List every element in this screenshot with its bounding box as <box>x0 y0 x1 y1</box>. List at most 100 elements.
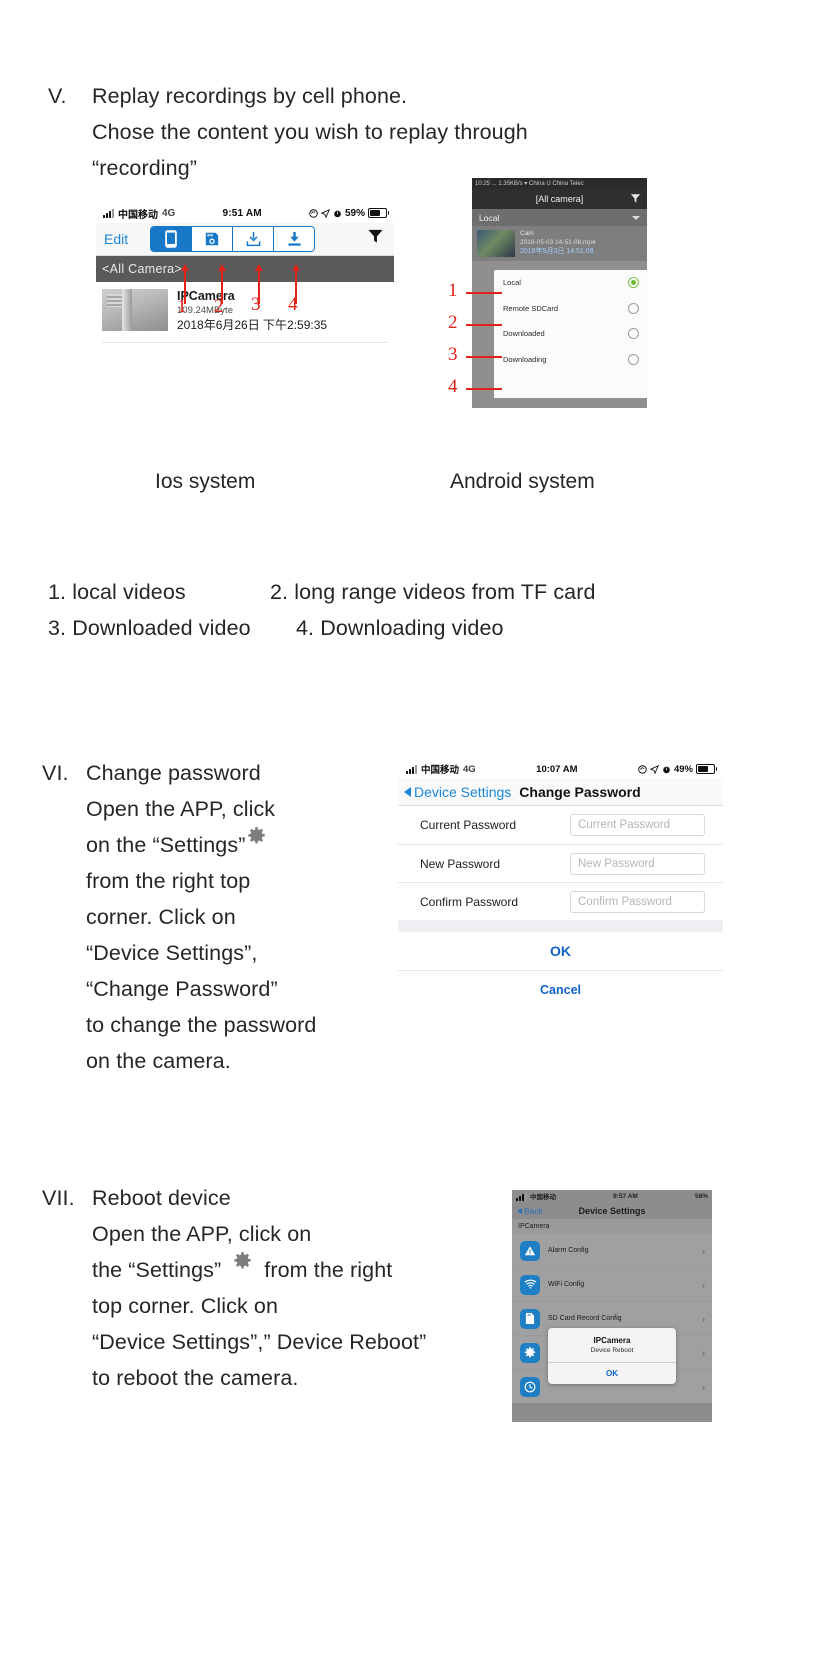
section-six-line-7: to change the password <box>86 1013 317 1037</box>
alarm-clock-icon <box>334 210 341 217</box>
annotation-line-4 <box>466 388 502 390</box>
rotation-lock-icon <box>309 208 318 218</box>
section-six-numeral: VI. <box>42 761 69 785</box>
filter-funnel-icon[interactable] <box>630 193 641 206</box>
carrier-label: 中国移动 <box>530 1194 556 1201</box>
navigation-bar: Back Device Settings <box>512 1202 712 1219</box>
section-six-title: Change password <box>86 761 261 785</box>
radio-selected-icon[interactable] <box>628 277 639 289</box>
status-bar: 中国移动 9:57 AM 58% <box>512 1190 712 1202</box>
carrier-label: 中国移动 <box>421 765 460 776</box>
legend-item-3: 3. Downloaded video <box>48 616 251 640</box>
field-label: New Password <box>420 856 501 871</box>
radio-icon[interactable] <box>628 353 639 365</box>
popup-item-label: Local <box>503 278 521 288</box>
filter-segmented-control[interactable] <box>150 226 316 252</box>
section-seven-line-5: “Device Settings”,” Device Reboot” <box>92 1330 427 1354</box>
section-seven-line-4: top corner. Click on <box>92 1294 279 1318</box>
chevron-down-icon <box>632 216 640 220</box>
dialog-title: IPCamera <box>593 1336 631 1345</box>
settings-row-wifi-config[interactable]: WiFi Config › <box>512 1267 712 1301</box>
chevron-right-icon: › <box>702 1381 705 1392</box>
status-time: 10:07 AM <box>536 763 578 775</box>
change-password-screenshot: 中国移动 4G 10:07 AM 49% Device Settings Cha… <box>398 760 723 1018</box>
section-seven-line-2: the “Settings” <box>92 1258 222 1282</box>
section-six-line-2: on the “Settings” <box>86 833 246 857</box>
annotation-number-4: 4 <box>288 294 298 315</box>
all-camera-header[interactable]: <All Camera> <box>96 256 394 282</box>
section-six-line-8: on the camera. <box>86 1049 231 1073</box>
dialog-ok-button[interactable]: OK <box>548 1362 676 1384</box>
section-seven-title: Reboot device <box>92 1186 231 1210</box>
phone-icon <box>165 230 177 248</box>
section-seven-numeral: VII. <box>42 1186 75 1210</box>
list-item[interactable]: Cam 2018-05-03 14-51-08.mp4 2018年5月3日 14… <box>472 226 647 261</box>
gear-icon <box>233 1252 252 1271</box>
section-five: V. Replay recordings by cell phone. Chos… <box>48 78 748 186</box>
segment-downloading[interactable] <box>274 227 315 251</box>
alarm-clock-icon <box>663 766 670 773</box>
list-item-datetime: 2018年6月26日 下午2:59:35 <box>177 318 328 332</box>
video-thumbnail <box>102 289 168 331</box>
legend-item-4: 4. Downloading video <box>296 616 504 640</box>
network-label: 4G <box>162 207 176 219</box>
download-tray-icon <box>246 231 260 246</box>
legend-block: 1. local videos 2. long range videos fro… <box>48 574 768 646</box>
section-five-line2: Chose the content you wish to replay thr… <box>92 120 528 144</box>
section-five-line3: “recording” <box>92 156 198 180</box>
signal-bars-icon <box>516 1191 527 1201</box>
page-title: Device Settings <box>578 1205 646 1216</box>
status-time: 9:57 AM <box>613 1192 638 1200</box>
android-subheader-label: Local <box>479 212 500 223</box>
radio-icon[interactable] <box>628 328 639 340</box>
annotation-number-3: 3 <box>448 344 458 365</box>
field-label: Confirm Password <box>420 894 519 909</box>
segment-local-phone[interactable] <box>151 227 193 251</box>
popup-item-local[interactable]: Local <box>494 270 647 296</box>
annotation-number-2: 2 <box>214 296 224 317</box>
segment-remote-sdcard[interactable] <box>192 227 234 251</box>
cancel-button[interactable]: Cancel <box>398 971 723 1009</box>
gear-icon <box>520 1342 540 1363</box>
section-five-numeral: V. <box>48 84 67 108</box>
android-subheader[interactable]: Local <box>472 209 647 226</box>
wifi-icon <box>520 1274 540 1295</box>
location-arrow-icon <box>320 208 330 218</box>
annotation-line-2 <box>466 324 502 326</box>
back-button[interactable]: Device Settings <box>404 784 511 800</box>
popup-item-downloaded[interactable]: Downloaded <box>494 321 647 347</box>
segment-downloaded[interactable] <box>233 227 275 251</box>
section-seven-line-6: to reboot the camera. <box>92 1366 299 1390</box>
filter-funnel-icon[interactable] <box>367 228 384 250</box>
new-password-input[interactable]: New Password <box>570 852 705 875</box>
battery-icon <box>696 764 717 774</box>
android-title: [All camera] <box>535 194 584 204</box>
section-six-line-5: “Device Settings”, <box>86 941 258 965</box>
annotation-line-3 <box>466 356 502 358</box>
chevron-right-icon: › <box>702 1313 705 1324</box>
ios-toolbar: Edit <box>96 223 394 256</box>
ios-status-bar: 中国移动 4G 9:51 AM 59% <box>96 203 394 223</box>
gear-icon <box>247 827 266 846</box>
popup-item-downloading[interactable]: Downloading <box>494 347 647 373</box>
device-settings-screenshot: 中国移动 9:57 AM 58% Back Device Settings IP… <box>512 1190 712 1422</box>
ok-button[interactable]: OK <box>398 932 723 971</box>
edit-button[interactable]: Edit <box>104 231 128 247</box>
dialog-message: Device Reboot <box>590 1347 634 1354</box>
list-item[interactable]: IPCamera 109.24MByte 2018年6月26日 下午2:59:3… <box>96 282 394 339</box>
recording-list: IPCamera 109.24MByte 2018年6月26日 下午2:59:3… <box>96 282 394 343</box>
video-thumbnail <box>477 230 515 257</box>
section-six-line-3: from the right top <box>86 869 251 893</box>
radio-icon[interactable] <box>628 302 639 314</box>
settings-row-alarm-config[interactable]: Alarm Config › <box>512 1234 712 1267</box>
current-password-input[interactable]: Current Password <box>570 814 705 836</box>
confirm-password-input[interactable]: Confirm Password <box>570 890 705 913</box>
popup-item-remote-sdcard[interactable]: Remote SDCard <box>494 296 647 322</box>
